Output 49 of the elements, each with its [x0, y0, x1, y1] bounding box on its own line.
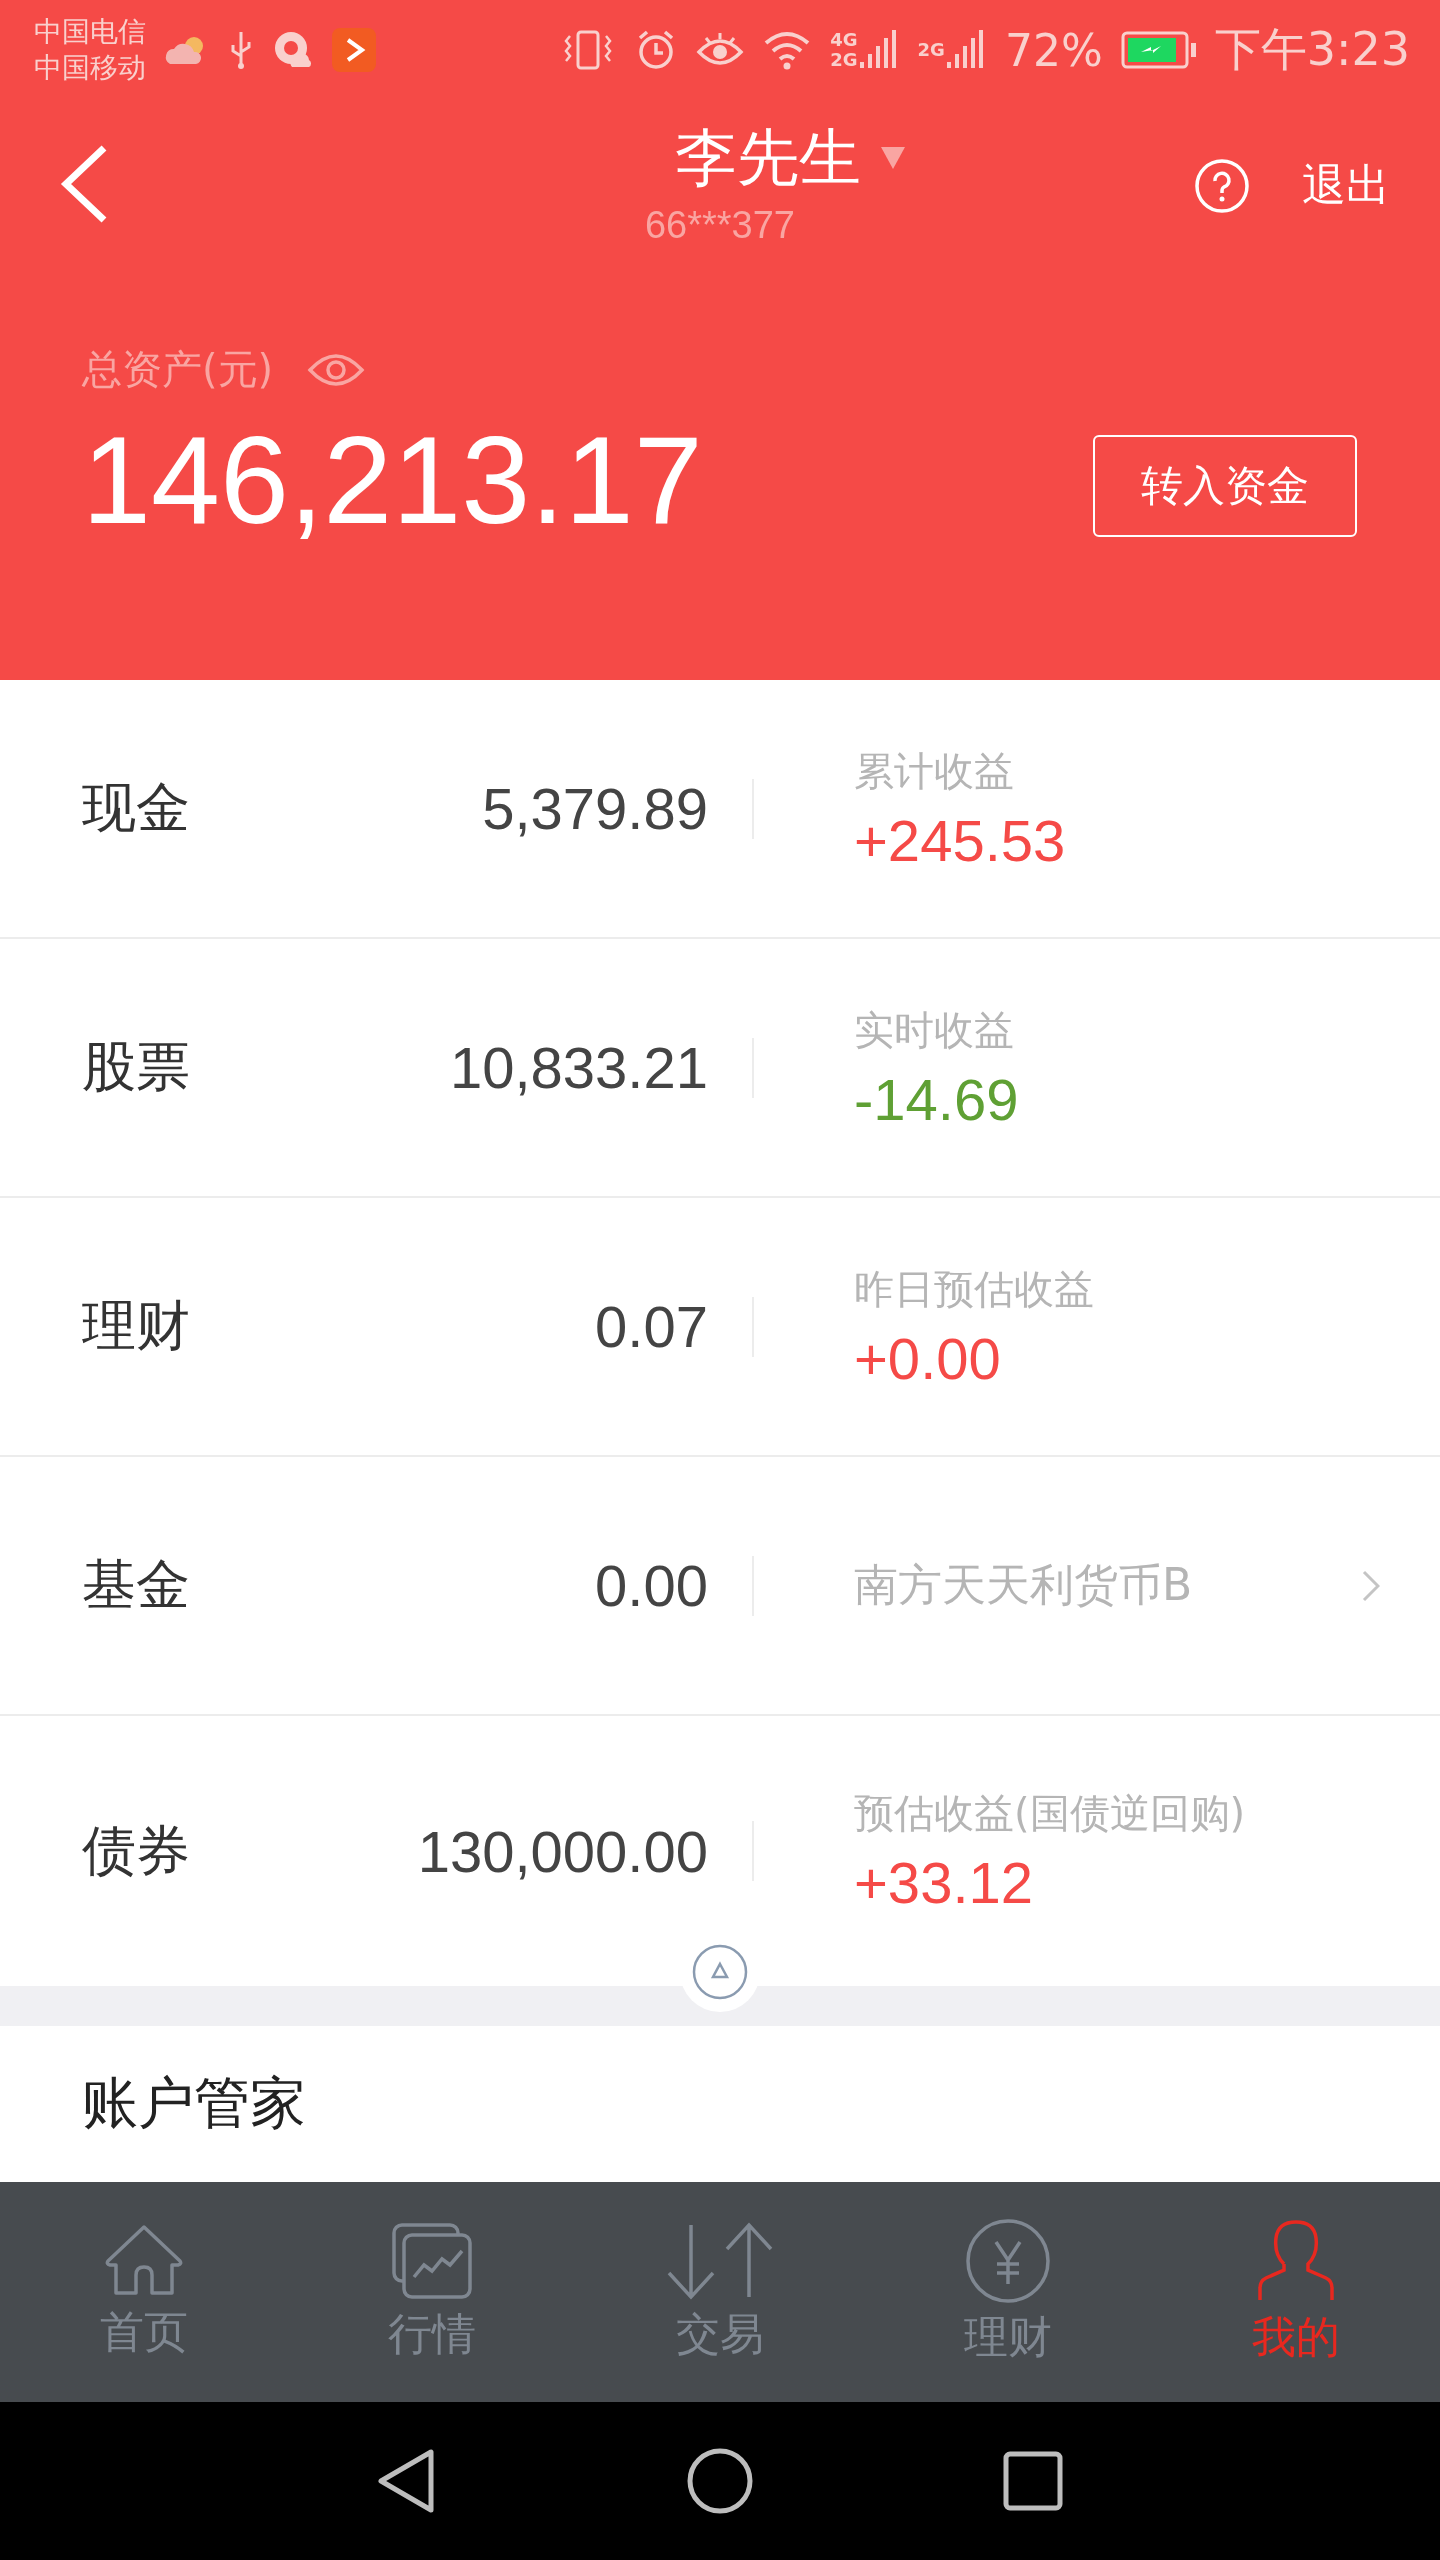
earnings-label: 实时收益 — [854, 1005, 1015, 1055]
nav-tab[interactable]: 理财 — [864, 2182, 1152, 2402]
help-icon[interactable] — [1194, 157, 1250, 214]
asset-amount: 5,379.89 — [481, 775, 708, 842]
asset-category: 债券 — [82, 1817, 191, 1884]
asset-amount: 130,000.00 — [416, 1817, 708, 1885]
eye-icon[interactable] — [307, 352, 366, 387]
total-assets-label: 总资产(元) — [82, 345, 274, 394]
account-number: 66***377 — [644, 204, 795, 247]
caret-up-icon[interactable] — [692, 1944, 748, 2000]
recents-nav-icon[interactable] — [1003, 2451, 1063, 2511]
clock-time: 下午3:23 — [1214, 21, 1410, 78]
play-app-icon — [332, 28, 376, 72]
network-label: 2G — [830, 50, 858, 70]
arrows-up-down-icon — [665, 2220, 775, 2301]
asset-category: 理财 — [82, 1293, 191, 1359]
earnings-label: 昨日预估收益 — [854, 1264, 1094, 1314]
nav-tab[interactable]: 我的 — [1152, 2182, 1440, 2402]
earnings-value: -14.69 — [854, 1065, 1019, 1133]
fund-name-link[interactable]: 南方天天利货币B — [854, 1556, 1193, 1615]
yen-coin-icon — [965, 2217, 1051, 2304]
asset-category: 股票 — [82, 1034, 191, 1100]
logout-button[interactable]: 退出 — [1302, 156, 1390, 215]
asset-category: 现金 — [82, 775, 191, 841]
earnings-value: +0.00 — [854, 1324, 1002, 1392]
asset-amount: 0.07 — [594, 1293, 708, 1360]
dropdown-icon[interactable] — [881, 147, 905, 169]
chart-icon — [390, 2220, 474, 2301]
total-assets-value: 146,213.17 — [82, 410, 703, 551]
nav-tab[interactable]: 首页 — [0, 2182, 288, 2402]
asset-amount: 10,833.21 — [448, 1034, 708, 1101]
nav-tab[interactable]: 行情 — [288, 2182, 576, 2402]
earnings-label: 累计收益 — [854, 746, 1015, 796]
carrier-name: 中国电信 — [34, 14, 146, 50]
home-nav-icon[interactable] — [687, 2448, 753, 2514]
earnings-value: +245.53 — [854, 806, 1066, 874]
asset-category: 基金 — [82, 1552, 191, 1618]
nav-tab[interactable]: 交易 — [576, 2182, 864, 2402]
asset-amount: 0.00 — [594, 1552, 708, 1619]
earnings-label: 预估收益(国债逆回购) — [854, 1789, 1246, 1838]
section-title: 账户管家 — [82, 2069, 306, 2137]
carrier-name: 中国移动 — [34, 50, 146, 86]
battery-percent: 72% — [1004, 24, 1103, 76]
earnings-value: +33.12 — [854, 1849, 1034, 1916]
account-name[interactable]: 李先生 — [675, 116, 861, 200]
network-label: 2G — [917, 40, 945, 60]
network-label: 4G — [830, 30, 858, 50]
back-nav-icon[interactable] — [377, 2448, 437, 2514]
transfer-in-button[interactable]: 转入资金 — [1093, 435, 1357, 537]
